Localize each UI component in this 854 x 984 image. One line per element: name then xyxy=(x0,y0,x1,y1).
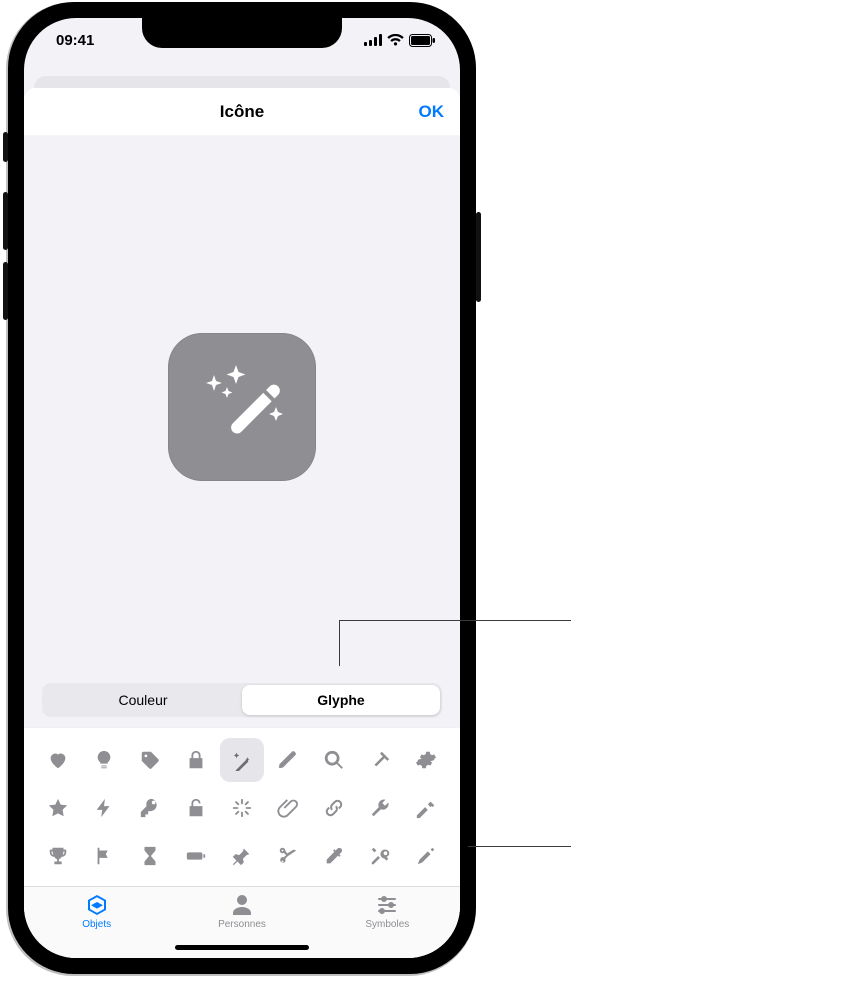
phone-screen: 09:41 xyxy=(24,18,460,958)
glyph-scissors[interactable] xyxy=(266,834,310,878)
segment-color[interactable]: Couleur xyxy=(44,685,242,715)
glyph-sparkle[interactable] xyxy=(220,786,264,830)
status-time: 09:41 xyxy=(56,32,94,49)
cube-icon xyxy=(84,893,110,917)
power-button xyxy=(476,212,481,302)
glyph-tag[interactable] xyxy=(128,738,172,782)
glyph-chain-link[interactable] xyxy=(312,786,356,830)
tab-label: Symboles xyxy=(365,919,409,930)
glyph-pencil[interactable] xyxy=(266,738,310,782)
segment-label: Couleur xyxy=(118,692,167,708)
status-right xyxy=(364,34,436,47)
glyph-bolt[interactable] xyxy=(82,786,126,830)
callout-line xyxy=(468,846,571,847)
tab-symbols[interactable]: Symboles xyxy=(332,893,442,958)
tab-objects[interactable]: Objets xyxy=(42,893,152,958)
segmented-control: Couleur Glyphe xyxy=(42,683,442,717)
glyph-grid xyxy=(24,727,460,886)
glyph-lock[interactable] xyxy=(174,738,218,782)
glyph-row xyxy=(32,736,452,784)
glyph-magic-wand[interactable] xyxy=(220,738,264,782)
glyph-row xyxy=(32,784,452,832)
glyph-pin[interactable] xyxy=(220,834,264,878)
notch xyxy=(142,18,342,48)
glyph-star[interactable] xyxy=(36,786,80,830)
glyph-hammer-angled[interactable] xyxy=(358,738,402,782)
wifi-icon xyxy=(387,34,404,46)
glyph-paperclip[interactable] xyxy=(266,786,310,830)
mute-switch xyxy=(3,132,8,162)
glyph-trophy[interactable] xyxy=(36,834,80,878)
glyph-hourglass[interactable] xyxy=(128,834,172,878)
glyph-flag[interactable] xyxy=(82,834,126,878)
tab-label: Personnes xyxy=(218,919,266,930)
glyph-row xyxy=(32,832,452,880)
glyph-unlock[interactable] xyxy=(174,786,218,830)
segment-glyph[interactable]: Glyphe xyxy=(242,685,440,715)
person-icon xyxy=(229,893,255,917)
tab-label: Objets xyxy=(82,919,111,930)
icon-preview-area xyxy=(24,136,460,677)
glyph-tools[interactable] xyxy=(358,834,402,878)
home-indicator[interactable] xyxy=(175,945,309,950)
callout-line xyxy=(339,620,571,621)
cellular-icon xyxy=(364,34,382,46)
icon-preview-tile xyxy=(168,333,316,481)
volume-up-button xyxy=(3,192,8,250)
glyph-key[interactable] xyxy=(128,786,172,830)
nav-title: Icône xyxy=(220,102,264,122)
battery-icon xyxy=(409,34,436,47)
phone-frame: 09:41 xyxy=(8,2,476,974)
glyph-hammer[interactable] xyxy=(404,786,448,830)
icon-picker-sheet: Icône OK xyxy=(24,88,460,958)
glyph-heart[interactable] xyxy=(36,738,80,782)
magic-wand-icon xyxy=(192,357,292,457)
glyph-battery[interactable] xyxy=(174,834,218,878)
glyph-gear[interactable] xyxy=(404,738,448,782)
done-button[interactable]: OK xyxy=(419,102,445,122)
glyph-eyedropper[interactable] xyxy=(312,834,356,878)
callout-line xyxy=(339,620,340,666)
glyph-magnifier[interactable] xyxy=(312,738,356,782)
segment-label: Glyphe xyxy=(317,692,364,708)
nav-bar: Icône OK xyxy=(24,88,460,136)
sliders-icon xyxy=(374,893,400,917)
segmented-control-container: Couleur Glyphe xyxy=(24,677,460,727)
volume-down-button xyxy=(3,262,8,320)
glyph-wrench[interactable] xyxy=(358,786,402,830)
glyph-screwdriver[interactable] xyxy=(404,834,448,878)
glyph-lightbulb[interactable] xyxy=(82,738,126,782)
